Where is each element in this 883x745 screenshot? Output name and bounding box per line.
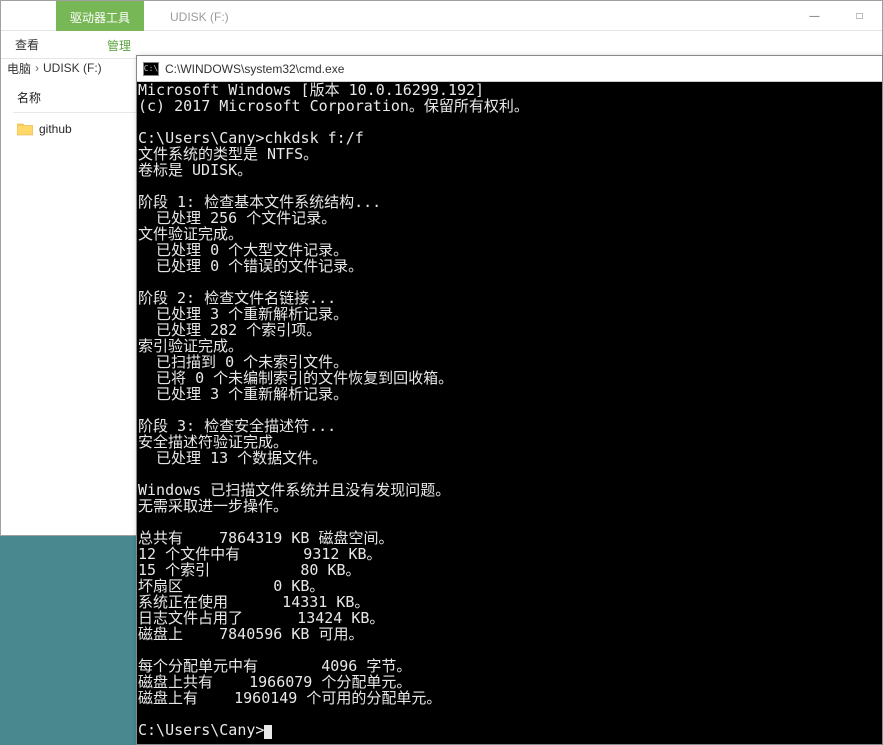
cmd-window: C:\ C:\WINDOWS\system32\cmd.exe Microsof… [136, 55, 883, 745]
drive-tools-context-tab[interactable]: 驱动器工具 [56, 1, 144, 31]
cmd-cursor [264, 725, 272, 739]
file-name: github [39, 122, 72, 136]
cmd-output[interactable]: Microsoft Windows [版本 10.0.16299.192] (c… [137, 82, 882, 744]
cmd-icon: C:\ [143, 62, 159, 76]
breadcrumb-root[interactable]: 电脑 [7, 60, 31, 77]
breadcrumb-current[interactable]: UDISK (F:) [43, 61, 102, 75]
ribbon-tab-view[interactable]: 查看 [1, 31, 53, 58]
folder-icon [17, 122, 33, 136]
cmd-titlebar[interactable]: C:\ C:\WINDOWS\system32\cmd.exe [137, 56, 882, 82]
ribbon-tab-manage[interactable]: 管理 [93, 31, 145, 58]
cmd-title: C:\WINDOWS\system32\cmd.exe [165, 62, 344, 76]
explorer-titlebar: 驱动器工具 UDISK (F:) — □ [1, 1, 882, 31]
breadcrumb-separator: › [35, 61, 39, 75]
minimize-button[interactable]: — [792, 1, 837, 31]
window-controls: — □ [792, 1, 882, 31]
maximize-button[interactable]: □ [837, 1, 882, 31]
window-title: UDISK (F:) [156, 1, 243, 31]
